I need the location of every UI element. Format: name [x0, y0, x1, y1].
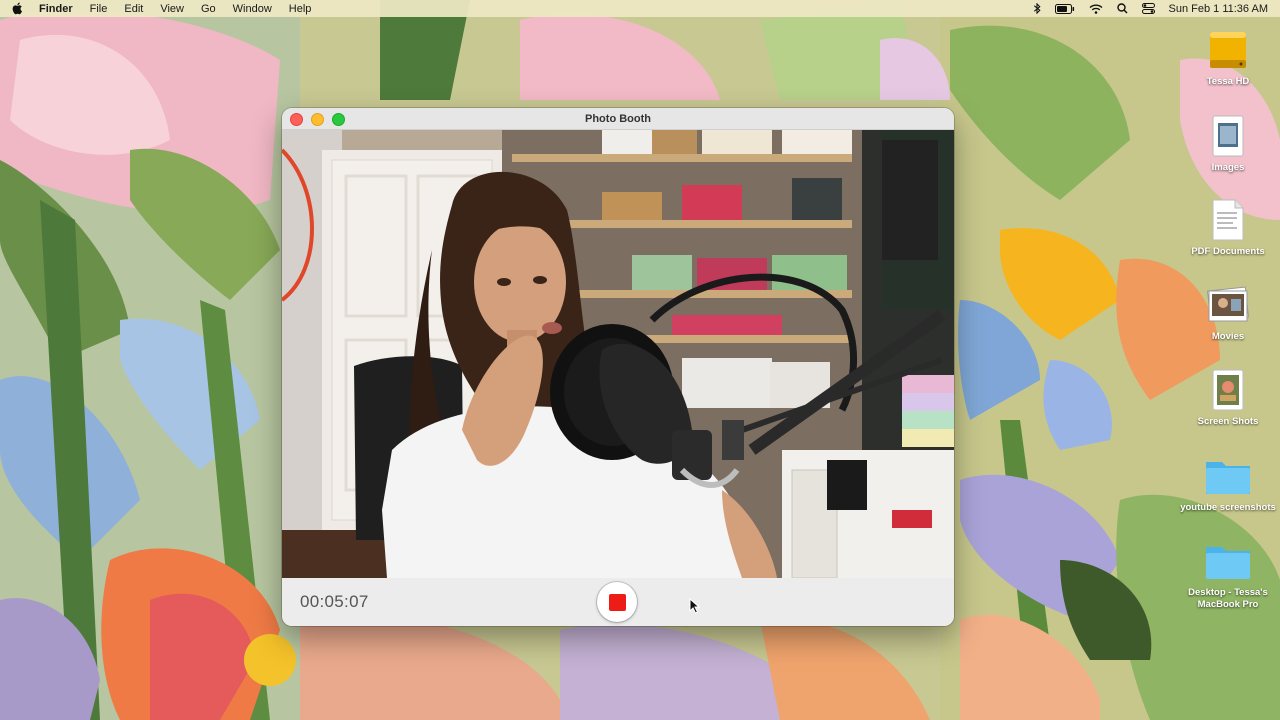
desktop-icon-label: Movies — [1211, 331, 1245, 342]
hard-drive-icon — [1204, 26, 1252, 74]
window-controls — [290, 113, 345, 126]
desktop-icon-label: Screen Shots — [1197, 416, 1259, 427]
desktop-icon-label: PDF Documents — [1191, 246, 1265, 257]
battery-icon[interactable] — [1054, 3, 1075, 14]
recording-timer: 00:05:07 — [300, 592, 369, 611]
menu-file[interactable]: File — [90, 3, 108, 15]
photo-booth-toolbar: 00:05:07 — [282, 578, 954, 626]
search-icon[interactable] — [1116, 3, 1128, 14]
mouse-pointer-icon — [689, 598, 701, 614]
menu-bar: Finder File Edit View Go Window Help Sun… — [0, 0, 1280, 17]
menu-edit[interactable]: Edit — [124, 3, 143, 15]
desktop-icon-youtube-screenshots[interactable]: youtube screenshots — [1180, 452, 1276, 514]
apple-menu-icon[interactable] — [12, 2, 25, 15]
stop-recording-button[interactable] — [597, 582, 637, 622]
menu-view[interactable]: View — [160, 3, 184, 15]
desktop-icon-label: Tessa HD — [1206, 76, 1250, 87]
menu-go[interactable]: Go — [201, 3, 216, 15]
menu-window[interactable]: Window — [233, 3, 272, 15]
photo-booth-window: Photo Booth 00:05:07 — [282, 108, 954, 626]
stop-icon — [608, 593, 626, 611]
desktop-icon-movies[interactable]: Movies — [1180, 281, 1276, 343]
camera-feed-image — [282, 130, 954, 578]
desktop-icon-label: youtube screenshots — [1180, 502, 1276, 513]
desktop-icon-pdf-documents[interactable]: PDF Documents — [1180, 196, 1276, 258]
desktop-icon-desktop-macbook[interactable]: Desktop - Tessa's MacBook Pro — [1180, 537, 1276, 611]
wifi-icon[interactable] — [1089, 4, 1103, 14]
desktop-icon-tessa-hd[interactable]: Tessa HD — [1180, 26, 1276, 88]
bluetooth-icon[interactable] — [1033, 3, 1041, 14]
window-titlebar[interactable]: Photo Booth — [282, 108, 954, 130]
window-title: Photo Booth — [585, 112, 651, 125]
folder-icon — [1204, 537, 1252, 585]
pdf-file-icon — [1204, 196, 1252, 244]
photo-stack-icon — [1204, 281, 1252, 329]
image-file-icon — [1204, 112, 1252, 160]
close-window-button[interactable] — [290, 113, 303, 126]
desktop-icon-label: Desktop - Tessa's MacBook Pro — [1188, 587, 1268, 610]
desktop-icon-screen-shots[interactable]: Screen Shots — [1180, 366, 1276, 428]
desktop-icon-images[interactable]: Images — [1180, 112, 1276, 174]
minimize-window-button[interactable] — [311, 113, 324, 126]
desktop-icon-label: Images — [1211, 162, 1245, 173]
screenshot-file-icon — [1204, 366, 1252, 414]
folder-icon — [1204, 452, 1252, 500]
menu-app-finder[interactable]: Finder — [39, 3, 73, 15]
menubar-clock[interactable]: Sun Feb 1 11:36 AM — [1169, 3, 1268, 15]
camera-preview — [282, 130, 954, 578]
menu-help[interactable]: Help — [289, 3, 312, 15]
zoom-window-button[interactable] — [332, 113, 345, 126]
control-center-icon[interactable] — [1141, 3, 1155, 14]
